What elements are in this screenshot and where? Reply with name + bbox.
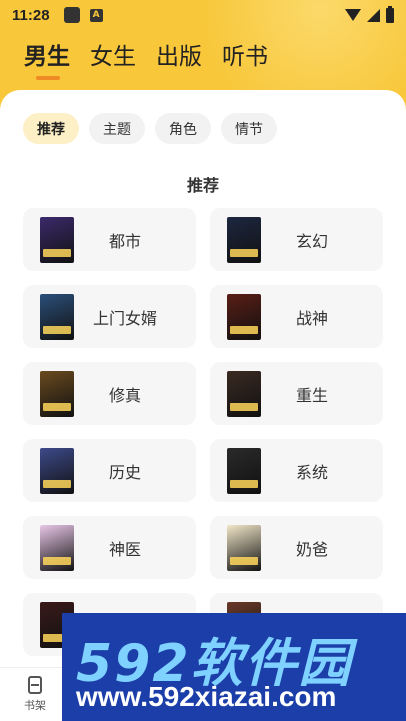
book-cover bbox=[40, 216, 74, 263]
tab-male[interactable]: 男生 bbox=[24, 42, 70, 80]
book-cover bbox=[40, 293, 74, 340]
category-card[interactable]: 战神 bbox=[210, 285, 383, 348]
notification-a-icon: A bbox=[89, 8, 103, 22]
category-card[interactable]: 修真 bbox=[23, 362, 196, 425]
category-grid: 都市 玄幻 上门女婿 战神 修真 重生 历史 系统 神医 奶爸 bbox=[23, 208, 383, 656]
top-tabs: 男生 女生 出版 听书 bbox=[24, 42, 268, 80]
book-cover bbox=[227, 216, 261, 263]
category-card[interactable]: 都市 bbox=[23, 208, 196, 271]
book-cover bbox=[227, 370, 261, 417]
wifi-icon bbox=[345, 9, 361, 21]
category-card[interactable]: 神医 bbox=[23, 516, 196, 579]
nav-bookshelf-label: 书架 bbox=[24, 699, 46, 712]
category-label: 战神 bbox=[295, 308, 328, 328]
tab-audiobook[interactable]: 听书 bbox=[222, 42, 268, 72]
watermark-url: www.592xiazai.com bbox=[76, 681, 337, 712]
book-cover bbox=[40, 524, 74, 571]
book-cover bbox=[40, 447, 74, 494]
bookshelf-icon bbox=[28, 676, 42, 694]
category-card[interactable]: 系统 bbox=[210, 439, 383, 502]
category-card[interactable]: 重生 bbox=[210, 362, 383, 425]
category-label: 玄幻 bbox=[295, 231, 328, 251]
book-cover bbox=[40, 370, 74, 417]
nav-bookshelf[interactable]: 书架 bbox=[24, 676, 46, 713]
category-label: 重生 bbox=[295, 385, 328, 405]
category-label: 上门女婿 bbox=[92, 308, 157, 328]
chip-role[interactable]: 角色 bbox=[155, 113, 211, 144]
category-label: 奶爸 bbox=[295, 539, 328, 559]
notification-icon bbox=[63, 7, 80, 23]
chip-theme[interactable]: 主题 bbox=[89, 113, 145, 144]
category-card[interactable]: 历史 bbox=[23, 439, 196, 502]
category-label: 历史 bbox=[108, 462, 141, 482]
chip-plot[interactable]: 情节 bbox=[221, 113, 277, 144]
signal-icon bbox=[367, 8, 380, 22]
category-label: 神医 bbox=[108, 539, 141, 559]
book-cover bbox=[227, 524, 261, 571]
category-card[interactable]: 上门女婿 bbox=[23, 285, 196, 348]
tab-female[interactable]: 女生 bbox=[90, 42, 136, 72]
filter-chips: 推荐 主题 角色 情节 bbox=[23, 113, 277, 144]
book-cover bbox=[227, 293, 261, 340]
battery-icon bbox=[386, 5, 394, 23]
status-bar: 11:28 A bbox=[0, 0, 406, 30]
category-card[interactable]: 玄幻 bbox=[210, 208, 383, 271]
book-cover bbox=[227, 447, 261, 494]
category-card[interactable]: 奶爸 bbox=[210, 516, 383, 579]
chip-recommend[interactable]: 推荐 bbox=[23, 113, 79, 144]
section-title: 推荐 bbox=[186, 176, 219, 195]
category-label: 系统 bbox=[295, 462, 328, 482]
watermark-banner: 592软件园 www.592xiazai.com bbox=[62, 613, 406, 721]
category-label: 修真 bbox=[108, 385, 141, 405]
tab-publish[interactable]: 出版 bbox=[156, 42, 202, 72]
category-label: 都市 bbox=[108, 231, 141, 251]
status-time: 11:28 bbox=[12, 6, 50, 24]
